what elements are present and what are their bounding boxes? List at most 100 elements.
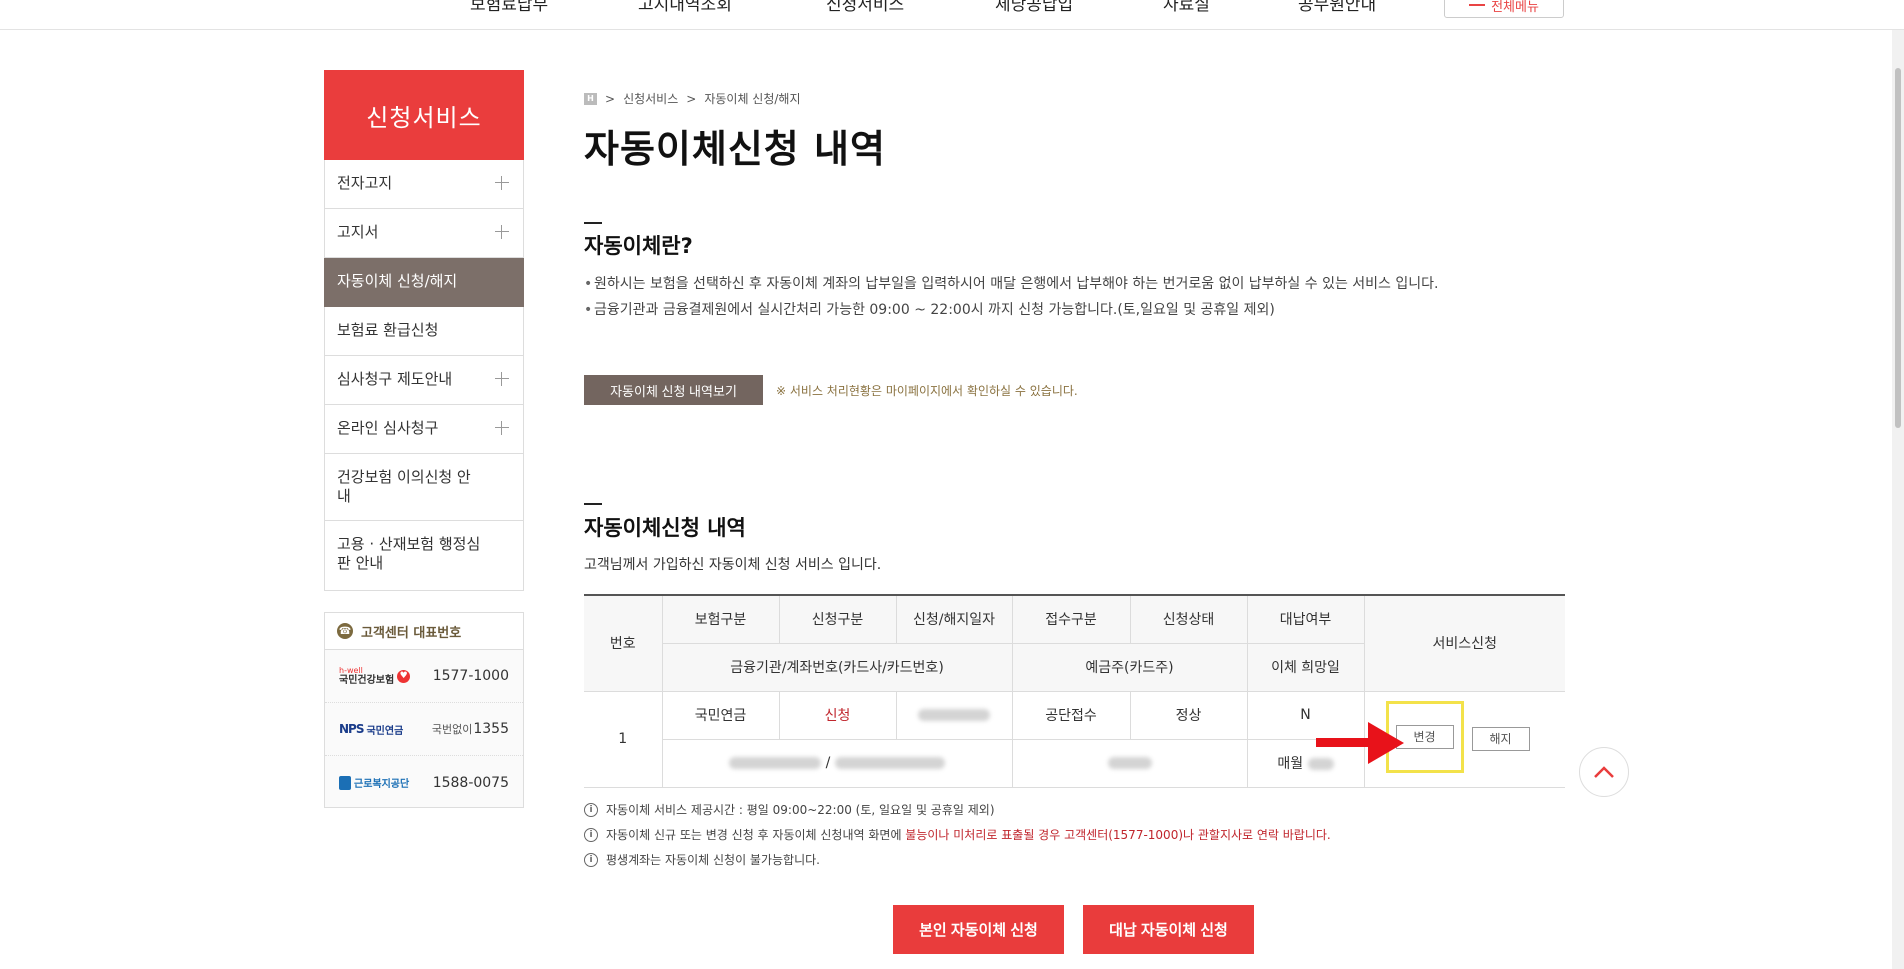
cell-apply-type: 신청 [778,690,897,740]
call-center-box: ☎ 고객센터 대표번호 h-well 국민건강보험 ♥ 1577-1000 NP… [324,612,524,808]
call-center-title: 고객센터 대표번호 [361,625,462,641]
plus-icon[interactable] [495,176,509,190]
table-row: 1 국민연금 신청 공단접수 정상 N 변경 해지 [584,690,1565,788]
scrollbar-thumb[interactable] [1895,68,1901,428]
sidebar-item-auto-transfer[interactable]: 자동이체 신청/해지 [324,258,524,307]
sidebar-item-refund[interactable]: 보험료 환급신청 [324,307,524,356]
section-divider [584,222,602,224]
header-holder: 예금주(카드주) [1011,642,1248,692]
cell-insurance: 국민연금 [661,690,780,740]
section-title-about: 자동이체란? [584,234,693,258]
nav-item-notice[interactable]: 고지내역조회 [638,0,732,15]
nhis-logo: h-well 국민건강보험 ♥ [339,666,411,686]
cancel-button[interactable]: 해지 [1471,726,1530,751]
self-auto-transfer-button[interactable]: 본인 자동이체 신청 [893,905,1064,954]
header-date: 신청/해지일자 [895,594,1013,644]
call-center-row-nps: NPS 국민연금 국번없이1355 [325,703,523,756]
proxy-auto-transfer-button[interactable]: 대납 자동이체 신청 [1083,905,1254,954]
plus-icon[interactable] [495,372,509,386]
all-menu-button[interactable]: 전체메뉴 [1444,0,1564,18]
kcomwel-phone-number: 1588-0075 [432,774,509,791]
header-receipt: 접수구분 [1011,594,1131,644]
nps-logo: NPS 국민연금 [339,722,404,737]
call-center-row-kcomwel: 근로복지공단 1588-0075 [325,756,523,809]
cell-date [895,690,1013,740]
info-icon: i [584,802,598,817]
section-divider [584,503,602,505]
kcomwel-logo: 근로복지공단 [339,775,409,790]
sidebar-item-notice-paper[interactable]: 고지서 [324,209,524,258]
redacted-bank [729,757,822,769]
nav-item-payment[interactable]: 보험료납부 [470,0,548,15]
list-item: 원하시는 보험을 선택하신 후 자동이체 계좌의 납부일을 입력하시어 매달 은… [584,274,1564,294]
header-insurance: 보험구분 [661,594,780,644]
header-apply-type: 신청구분 [778,594,897,644]
redacted-date [918,709,990,721]
header-bank: 금융기관/계좌번호(카드사/카드번호) [662,642,1013,692]
heart-icon: ♥ [397,669,411,683]
sidebar-item-e-notice[interactable]: 전자고지 [324,160,524,209]
history-note: ※ 서비스 처리현황은 마이페이지에서 확인하실 수 있습니다. [776,384,1078,398]
breadcrumb-item[interactable]: 신청서비스 [623,90,678,107]
note-item: i 자동이체 서비스 제공시간 : 평일 09:00~22:00 (토, 일요일… [584,797,1331,822]
call-center-header: ☎ 고객센터 대표번호 [325,613,523,650]
sidebar-item-label: 자동이체 신청/해지 [337,272,458,290]
list-item: 금융기관과 금융결제원에서 실시간처리 가능한 09:00 ~ 22:00시 까… [584,300,1564,320]
sidebar-item-review-guide[interactable]: 심사청구 제도안내 [324,356,524,405]
breadcrumb: H > 신청서비스 > 자동이체 신청/해지 [584,90,801,107]
cell-holder [1011,738,1248,788]
sidebar-item-objection-guide[interactable]: 건강보험 이의신청 안내 [324,454,524,521]
info-icon: i [584,827,598,842]
header-status: 신청상태 [1129,594,1248,644]
cell-receipt: 공단접수 [1011,690,1131,740]
header-service: 서비스신청 [1363,594,1565,692]
scrollbar[interactable] [1892,30,1904,969]
sidebar: 신청서비스 전자고지 고지서 자동이체 신청/해지 보험료 환급신청 심사청구 … [324,70,524,591]
note-item: i 자동이체 신규 또는 변경 신청 후 자동이체 신청내역 화면에 불능이나 … [584,822,1331,847]
breadcrumb-item[interactable]: 자동이체 신청/해지 [704,90,800,107]
menu-icon [1469,4,1486,6]
cell-no: 1 [584,690,663,788]
plus-icon[interactable] [495,225,509,239]
cell-status: 정상 [1129,690,1248,740]
chevron-up-icon [1594,766,1614,778]
plus-icon[interactable] [495,421,509,435]
scroll-to-top-button[interactable] [1579,747,1629,797]
nav-item-library[interactable]: 자료실 [1163,0,1210,15]
red-arrow-icon [1316,722,1404,764]
call-center-row-nhis: h-well 국민건강보험 ♥ 1577-1000 [325,650,523,703]
sidebar-item-label: 고지서 [337,223,379,241]
kcomwel-mark-icon [339,775,351,790]
notes: i 자동이체 서비스 제공시간 : 평일 09:00~22:00 (토, 일요일… [584,797,1331,872]
cell-bank: / [662,738,1013,788]
nav-item-apply[interactable]: 신청서비스 [826,0,904,15]
header-wish-day: 이체 희망일 [1246,642,1364,692]
nav-item-public-servant[interactable]: 공무원안내 [1298,0,1376,15]
sidebar-item-label: 고용 · 산재보험 행정심판 안내 [337,535,481,572]
home-icon[interactable]: H [584,92,597,105]
sidebar-item-label: 건강보험 이의신청 안내 [337,468,471,505]
nps-phone-number: 국번없이1355 [431,721,509,737]
all-menu-label: 전체메뉴 [1491,0,1539,15]
history-description: 고객님께서 가입하신 자동이체 신청 서비스 입니다. [584,557,882,573]
nav-item-delinquent[interactable]: 체당공납입 [995,0,1073,15]
note-item: i 평생계좌는 자동이체 신청이 불가능합니다. [584,847,1331,872]
sidebar-item-label: 보험료 환급신청 [337,321,439,339]
sidebar-title: 신청서비스 [324,70,524,160]
auto-transfer-table: 번호 보험구분 신청구분 신청/해지일자 접수구분 신청상태 대납여부 서비스신… [584,594,1565,788]
nhis-phone-number: 1577-1000 [432,668,509,684]
sidebar-item-online-review[interactable]: 온라인 심사청구 [324,405,524,454]
header-proxy: 대납여부 [1246,594,1365,644]
sidebar-item-administrative-appeal[interactable]: 고용 · 산재보험 행정심판 안내 [324,521,524,591]
phone-icon: ☎ [337,623,353,639]
sidebar-item-label: 전자고지 [337,174,393,192]
sidebar-item-label: 온라인 심사청구 [337,419,439,437]
top-navigation: 보험료납부 고지내역조회 신청서비스 체당공납입 자료실 공무원안내 전체메뉴 [0,0,1904,30]
page-title: 자동이체신청 내역 [584,127,886,171]
info-icon: i [584,852,598,867]
view-history-button[interactable]: 자동이체 신청 내역보기 [584,375,763,405]
header-no: 번호 [584,594,663,692]
sidebar-item-label: 심사청구 제도안내 [337,370,453,388]
about-description-list: 원하시는 보험을 선택하신 후 자동이체 계좌의 납부일을 입력하시어 매달 은… [584,274,1564,326]
redacted-account [834,757,945,769]
